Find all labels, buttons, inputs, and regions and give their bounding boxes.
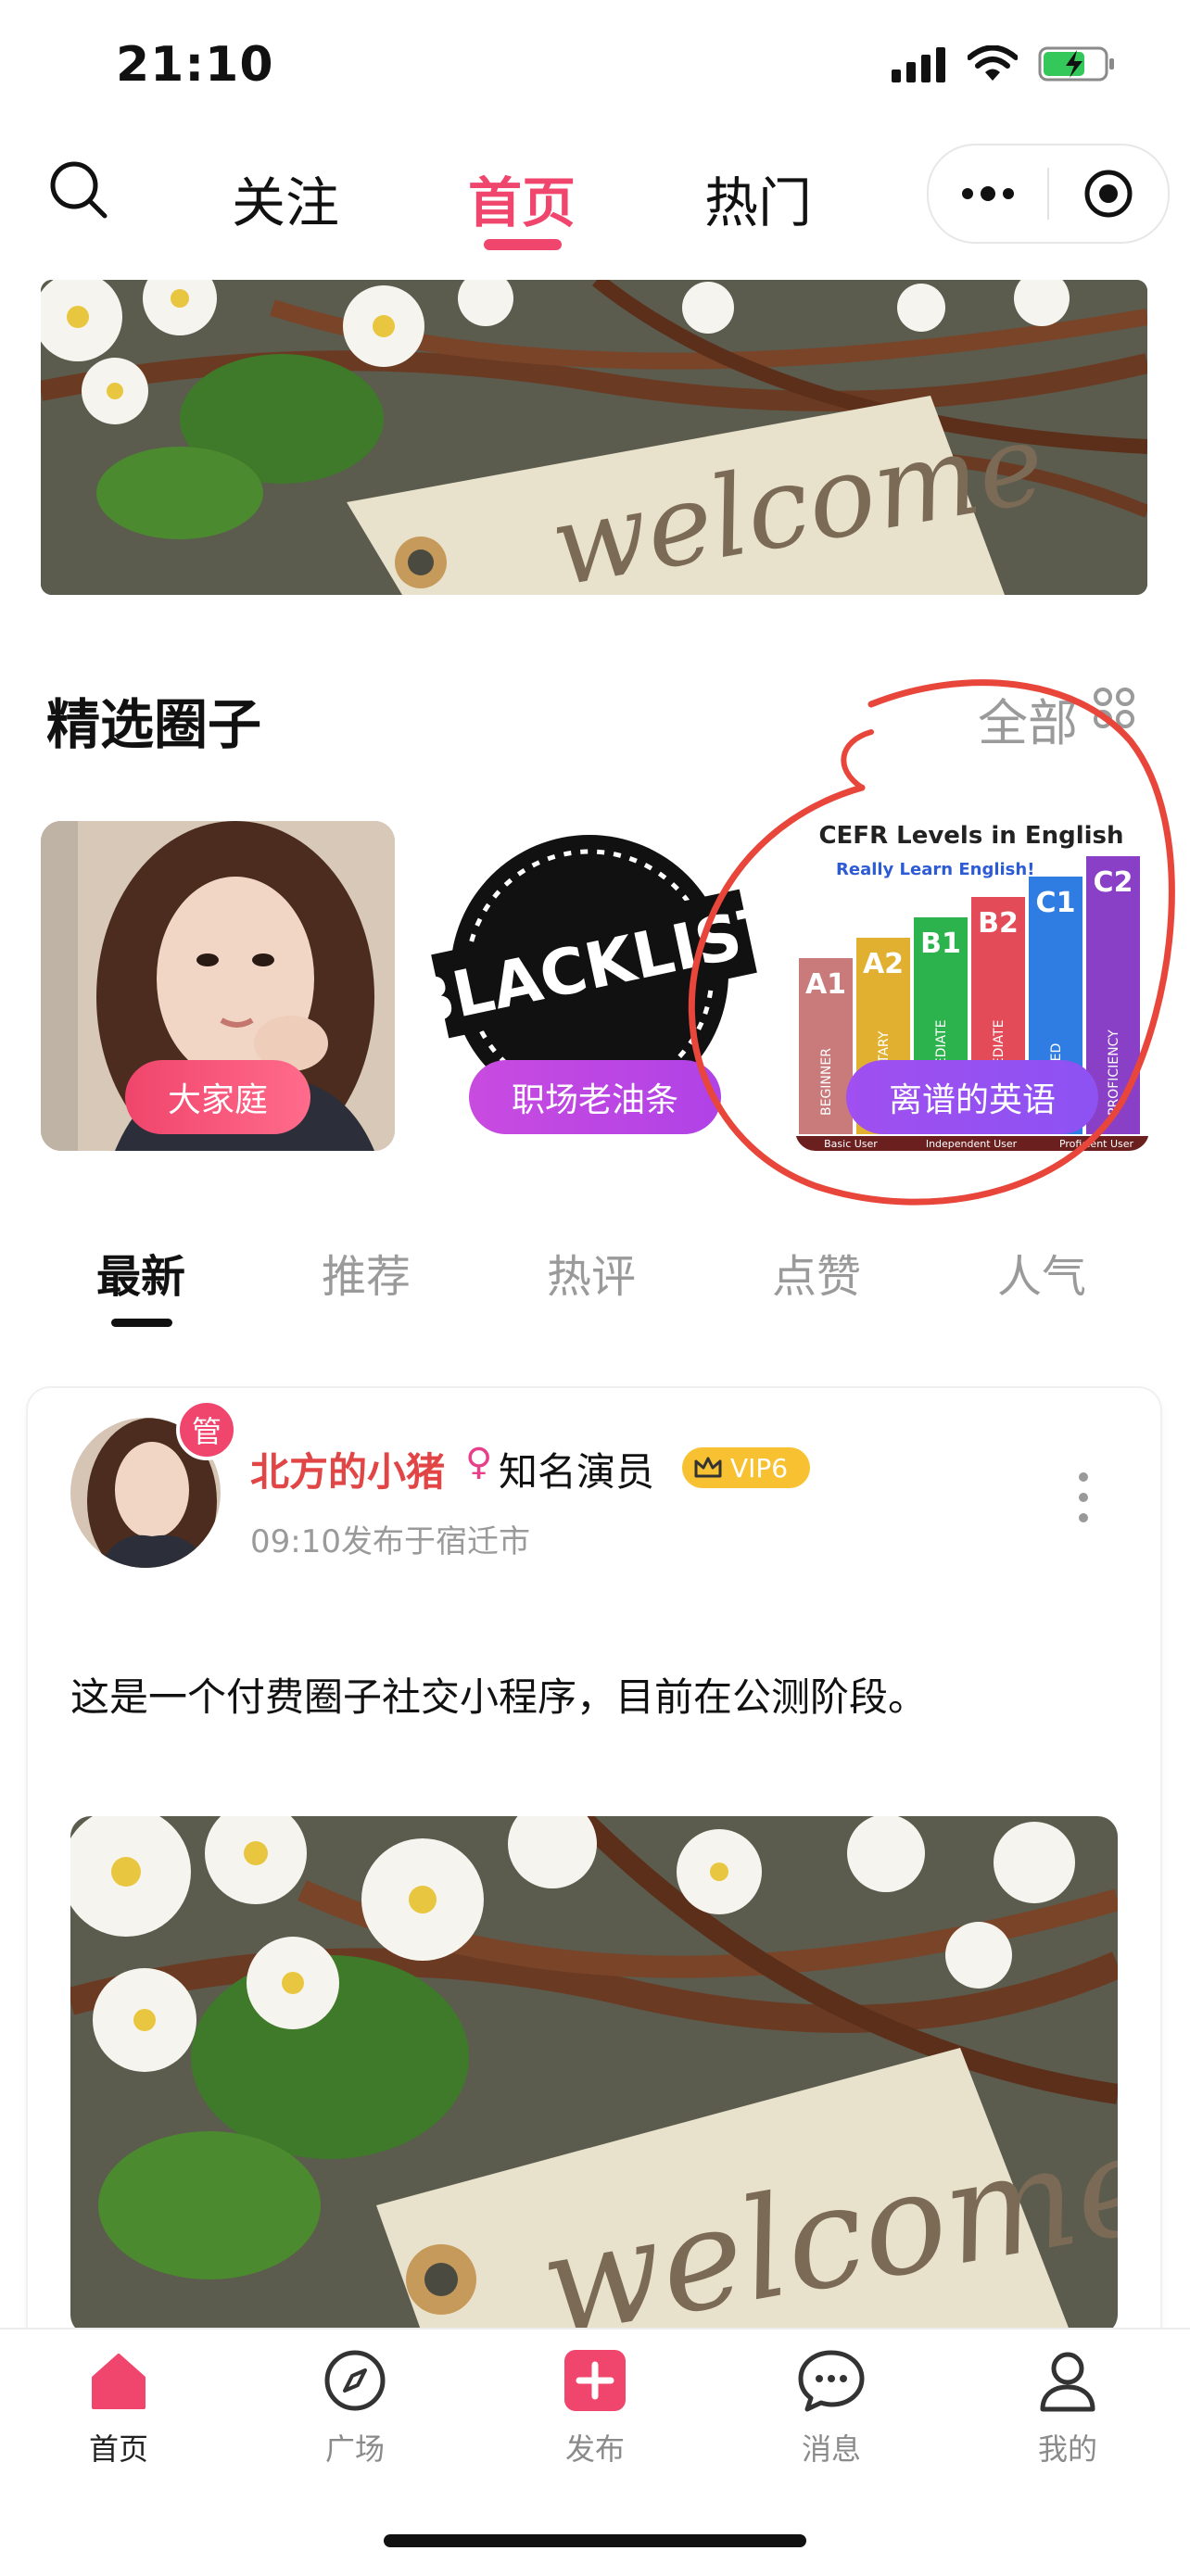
tab-publish[interactable]: 发布	[512, 2348, 678, 2469]
sort-tab-latest[interactable]: 最新	[96, 1240, 185, 1305]
tab-profile[interactable]: 我的	[984, 2348, 1151, 2469]
cefr-title: CEFR Levels in English	[818, 822, 1123, 850]
tab-label: 发布	[564, 2431, 625, 2467]
status-icons	[892, 44, 1116, 83]
user-icon	[1040, 2352, 1095, 2412]
cefr-level-code: C2	[1094, 866, 1133, 899]
cefr-level-desc: PROFICIENCY	[1107, 1029, 1121, 1116]
sort-tab-likes[interactable]: 点赞	[772, 1240, 861, 1305]
post-content: 这是一个付费圈子社交小程序，目前在公测阶段。	[70, 1674, 928, 1720]
nav-active-underline	[484, 239, 562, 250]
cefr-group-label: Proficient User	[1059, 1138, 1134, 1150]
battery-charging-icon	[1038, 46, 1114, 82]
cefr-level-code: B2	[978, 907, 1019, 940]
circle-label: 职场老油条	[468, 1060, 722, 1134]
circle-label: 离谱的英语	[845, 1060, 1099, 1134]
sort-tab-hot-comments[interactable]: 热评	[547, 1240, 636, 1305]
cefr-level-desc: BEGINNER	[819, 1048, 834, 1116]
author-name[interactable]: 北方的小猪	[250, 1441, 445, 1497]
grid-icon[interactable]	[1092, 686, 1136, 730]
sort-tab-popularity[interactable]: 人气	[997, 1240, 1086, 1305]
search-icon[interactable]	[46, 158, 111, 222]
more-dots-icon	[962, 186, 1014, 201]
crown-icon	[694, 1457, 722, 1478]
circle-card-family[interactable]: 大家庭	[41, 821, 395, 1151]
tab-home[interactable]: 首页	[35, 2348, 202, 2469]
more-menu-button[interactable]	[929, 145, 1047, 242]
home-indicator	[384, 2534, 806, 2547]
sort-active-underline	[111, 1319, 172, 1327]
signal-icon	[892, 47, 945, 82]
cefr-group-label: Independent User	[926, 1138, 1018, 1150]
tab-label: 首页	[88, 2431, 148, 2467]
tab-label: 我的	[1037, 2431, 1097, 2467]
cefr-level-code: A1	[805, 968, 846, 1001]
post-image[interactable]: welcome	[70, 1816, 1118, 2335]
nav-tab-home[interactable]: 首页	[468, 159, 576, 237]
target-close-icon	[1084, 170, 1133, 218]
cefr-subtitle: Really Learn English!	[836, 860, 1034, 879]
cefr-level-code: A2	[863, 948, 904, 980]
tab-square[interactable]: 广场	[272, 2348, 438, 2469]
vip-label: VIP6	[730, 1452, 789, 1484]
author-title: 知名演员	[499, 1449, 655, 1495]
vip-badge: VIP6	[682, 1447, 811, 1488]
admin-badge: 管	[176, 1399, 237, 1460]
wifi-icon	[968, 45, 1018, 81]
sort-tab-recommended[interactable]: 推荐	[322, 1240, 411, 1305]
nav-tab-hot[interactable]: 热门	[704, 159, 812, 237]
view-all-link[interactable]: 全部	[978, 682, 1078, 755]
cefr-group-label: Basic User	[824, 1138, 878, 1150]
cefr-level-code: C1	[1036, 887, 1076, 919]
cefr-level-code: B1	[920, 928, 961, 960]
message-icon	[798, 2350, 865, 2412]
more-vertical-icon[interactable]	[1073, 1471, 1094, 1523]
banner-image[interactable]: welcome	[41, 280, 1147, 595]
section-title: 精选圈子	[46, 693, 262, 756]
home-icon	[92, 2354, 146, 2409]
nav-tab-follow[interactable]: 关注	[232, 159, 339, 237]
circle-card-english[interactable]: CEFR Levels in English Really Learn Engl…	[795, 821, 1149, 1151]
tab-label: 广场	[324, 2431, 385, 2467]
circle-label: 大家庭	[124, 1060, 311, 1134]
tab-label: 消息	[801, 2431, 861, 2467]
compass-icon	[324, 2350, 386, 2411]
status-time: 21:10	[116, 37, 274, 93]
close-miniprogram-button[interactable]	[1049, 145, 1168, 242]
circle-card-workplace[interactable]: BLACKLIST 职场老油条	[418, 821, 772, 1151]
tab-messages[interactable]: 消息	[748, 2348, 915, 2469]
miniprogram-capsule	[927, 144, 1170, 244]
female-icon: ♀	[465, 1441, 493, 1484]
plus-icon	[564, 2350, 626, 2411]
post-meta: 09:10发布于宿迁市	[250, 1523, 530, 1560]
